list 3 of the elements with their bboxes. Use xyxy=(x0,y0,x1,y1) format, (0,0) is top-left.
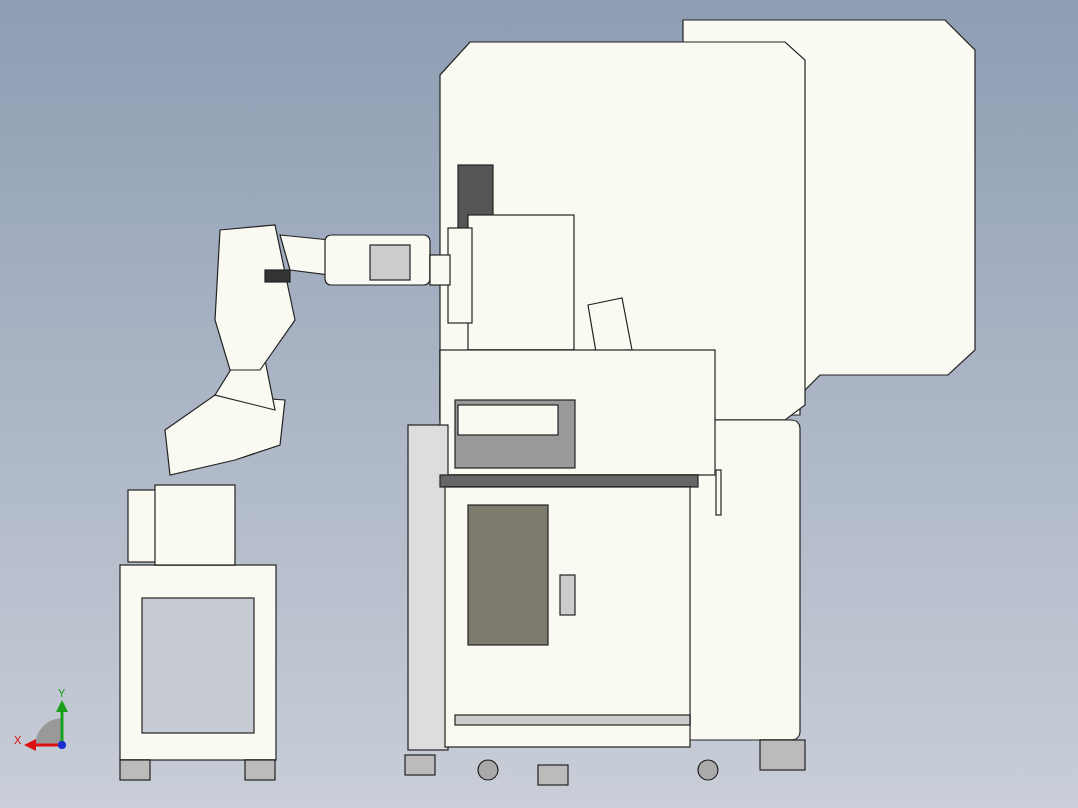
y-axis-label: Y xyxy=(58,687,66,699)
x-axis-label: X xyxy=(14,734,22,746)
axis-triad-drawing xyxy=(24,700,68,751)
